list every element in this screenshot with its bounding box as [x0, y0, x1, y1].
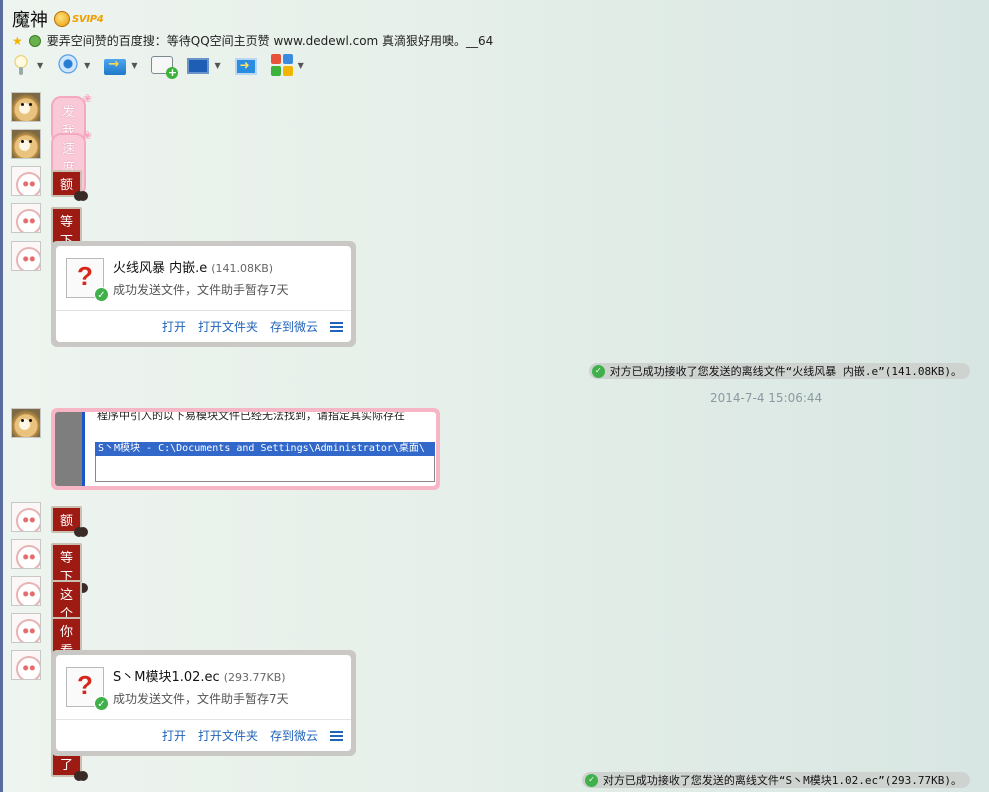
open-folder-link[interactable]: 打开文件夹	[198, 727, 258, 744]
send-file-button[interactable]: ▼	[104, 56, 137, 75]
webcam-icon	[57, 54, 80, 76]
file-name-line: 火线风暴 内嵌.e (141.08KB)	[113, 257, 273, 276]
more-menu-icon[interactable]	[330, 730, 343, 741]
avatar-self[interactable]	[11, 166, 41, 196]
message-timestamp: 2014-7-4 15:06:44	[710, 391, 823, 405]
chevron-down-icon[interactable]: ▼	[84, 61, 90, 70]
crown-icon	[54, 11, 70, 27]
avatar-self[interactable]	[11, 650, 41, 680]
chevron-down-icon[interactable]: ▼	[131, 61, 137, 70]
message-bubble[interactable]: 额	[51, 170, 89, 201]
avatar-self[interactable]	[11, 539, 41, 569]
image-path-text: S丶M模块 - C:\Documents and Settings\Admini…	[95, 442, 435, 456]
unknown-file-icon[interactable]: ? ✓	[66, 258, 109, 302]
video-call-button[interactable]: ▼	[57, 54, 90, 76]
screenshot-image-message[interactable]: 程序中引入的以下易模块文件已经无法找到，请指定其实际存在 S丶M模块 - C:\…	[51, 408, 440, 490]
file-actions: 打开 打开文件夹 存到微云	[56, 310, 351, 342]
image-caption-text: 程序中引入的以下易模块文件已经无法找到，请指定其实际存在	[97, 412, 405, 422]
qzone-icon[interactable]	[28, 34, 41, 47]
apps-grid-icon	[270, 54, 293, 76]
chat-toolbar: ▼ ▼ ▼ ▼ ▼	[10, 52, 304, 79]
apps-button[interactable]: ▼	[270, 54, 304, 76]
file-size: (141.08KB)	[211, 262, 274, 275]
file-transfer-card: ? ✓ S丶M模块1.02.ec (293.77KB) 成功发送文件，文件助手暂存7…	[51, 650, 356, 756]
file-status: 成功发送文件，文件助手暂存7天	[113, 283, 289, 297]
more-menu-icon[interactable]	[330, 321, 343, 332]
avatar-contact[interactable]	[11, 408, 41, 438]
signature-line: ★ 要弄空间赞的百度搜：等待QQ空间主页赞 www.dedewl.com 真滴狠…	[12, 32, 493, 49]
file-status: 成功发送文件，文件助手暂存7天	[113, 692, 289, 706]
vip-badge[interactable]: SVIP4	[54, 11, 104, 27]
share-screen-button[interactable]	[234, 56, 257, 75]
window-left-border	[0, 0, 3, 792]
avatar-self[interactable]	[11, 502, 41, 532]
avatar-contact[interactable]	[11, 92, 41, 122]
save-to-weiyun-link[interactable]: 存到微云	[270, 318, 318, 335]
image-blue-divider	[82, 412, 85, 486]
open-file-link[interactable]: 打开	[162, 318, 186, 335]
open-file-link[interactable]: 打开	[162, 727, 186, 744]
file-name-line: S丶M模块1.02.ec (293.77KB)	[113, 666, 286, 685]
chevron-down-icon[interactable]: ▼	[298, 61, 304, 70]
voice-call-button[interactable]: ▼	[10, 54, 43, 76]
file-actions: 打开 打开文件夹 存到微云	[56, 719, 351, 751]
star-icon: ★	[12, 33, 23, 48]
system-notice: ✓ 对方已成功接收了您发送的离线文件“S丶M模块1.02.ec”(293.77K…	[581, 772, 970, 788]
open-folder-link[interactable]: 打开文件夹	[198, 318, 258, 335]
add-note-icon	[151, 56, 179, 79]
success-check-icon: ✓	[94, 696, 109, 711]
unknown-file-icon[interactable]: ? ✓	[66, 667, 109, 711]
avatar-contact[interactable]	[11, 129, 41, 159]
chevron-down-icon[interactable]: ▼	[37, 61, 43, 70]
save-to-weiyun-link[interactable]: 存到微云	[270, 727, 318, 744]
file-name[interactable]: 火线风暴 内嵌.e	[113, 261, 207, 276]
success-check-icon: ✓	[584, 773, 598, 787]
vip-level-label: SVIP4	[72, 13, 104, 25]
image-gray-panel	[55, 412, 82, 486]
new-discussion-button[interactable]	[151, 56, 179, 79]
folder-transfer-icon	[104, 57, 127, 75]
share-screen-icon	[234, 57, 257, 75]
microphone-icon	[10, 54, 32, 76]
system-notice-text: 对方已成功接收了您发送的离线文件“火线风暴 内嵌.e”(141.08KB)。	[609, 365, 962, 378]
system-notice: ✓ 对方已成功接收了您发送的离线文件“火线风暴 内嵌.e”(141.08KB)。	[588, 363, 970, 379]
avatar-self[interactable]	[11, 241, 41, 271]
avatar-self[interactable]	[11, 576, 41, 606]
monitor-icon	[187, 58, 210, 74]
success-check-icon: ✓	[94, 287, 109, 302]
success-check-icon: ✓	[591, 364, 605, 378]
file-size: (293.77KB)	[223, 671, 286, 684]
contact-name[interactable]: 魔神	[12, 6, 48, 32]
remote-desktop-button[interactable]: ▼	[187, 56, 221, 74]
chevron-down-icon[interactable]: ▼	[214, 61, 220, 70]
file-name[interactable]: S丶M模块1.02.ec	[113, 670, 220, 685]
image-list-box	[95, 456, 435, 482]
chat-title: 魔神 SVIP4	[12, 6, 104, 32]
file-transfer-card: ? ✓ 火线风暴 内嵌.e (141.08KB) 成功发送文件，文件助手暂存7天 打…	[51, 241, 356, 347]
system-notice-text: 对方已成功接收了您发送的离线文件“S丶M模块1.02.ec”(293.77KB)…	[602, 774, 962, 787]
avatar-self[interactable]	[11, 613, 41, 643]
message-bubble[interactable]: 额	[51, 506, 89, 537]
signature-text: 要弄空间赞的百度搜：等待QQ空间主页赞 www.dedewl.com 真滴狠好用…	[46, 34, 494, 48]
avatar-self[interactable]	[11, 203, 41, 233]
